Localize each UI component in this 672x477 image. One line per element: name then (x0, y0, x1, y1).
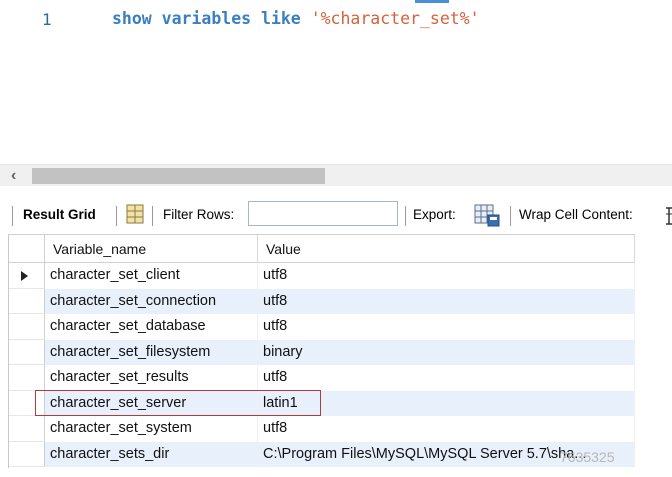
row-indicator[interactable] (9, 416, 45, 442)
toolbar-separator (510, 206, 511, 226)
toolbar-separator (116, 206, 117, 226)
cell-value[interactable]: utf8 (258, 314, 635, 340)
cell-value[interactable]: utf8 (258, 288, 635, 314)
cell-variable-name[interactable]: character_set_results (45, 365, 258, 391)
editor-marker (415, 0, 449, 3)
row-indicator[interactable] (9, 263, 45, 289)
header-indicator (9, 235, 45, 263)
cell-value[interactable]: utf8 (258, 416, 635, 442)
filter-rows-label: Filter Rows: (163, 207, 235, 222)
code-line[interactable]: show variables like '%character_set%' (112, 9, 480, 28)
table-row[interactable]: character_sets_dir C:\Program Files\MySQ… (9, 441, 635, 467)
table-row[interactable]: character_set_system utf8 (9, 416, 635, 442)
cell-variable-name[interactable]: character_set_client (45, 263, 258, 289)
row-indicator[interactable] (9, 314, 45, 340)
cell-variable-name[interactable]: character_set_database (45, 314, 258, 340)
export-icon[interactable] (474, 203, 500, 227)
row-pointer-icon (21, 271, 28, 281)
toolbar-separator (12, 206, 13, 226)
cell-variable-name[interactable]: character_sets_dir (45, 441, 258, 467)
row-indicator[interactable] (9, 365, 45, 391)
cell-variable-name[interactable]: character_set_connection (45, 288, 258, 314)
watermark-text: 7635325 (560, 449, 615, 465)
column-header-variable-name[interactable]: Variable_name (45, 235, 258, 263)
cell-value[interactable]: utf8 (258, 365, 635, 391)
row-indicator[interactable] (9, 441, 45, 467)
toolbar-separator (152, 206, 153, 226)
grid-layout-icon[interactable] (126, 204, 144, 224)
cell-variable-name[interactable]: character_set_filesystem (45, 339, 258, 365)
row-indicator[interactable] (9, 288, 45, 314)
grid-header: Variable_name Value (9, 234, 635, 263)
row-indicator[interactable] (9, 339, 45, 365)
scrollbar-thumb[interactable] (32, 168, 325, 184)
wrap-cell-icon[interactable] (664, 206, 672, 226)
table-row[interactable]: character_set_results utf8 (9, 365, 635, 391)
cell-value[interactable]: utf8 (258, 263, 635, 289)
result-grid-tab[interactable]: Result Grid (23, 207, 96, 222)
filter-rows-input[interactable] (248, 201, 398, 226)
wrap-cell-label: Wrap Cell Content: (519, 207, 633, 222)
toolbar-separator (405, 206, 406, 226)
table-row[interactable]: character_set_connection utf8 (9, 288, 635, 314)
column-header-value[interactable]: Value (258, 235, 635, 263)
sql-editor[interactable]: 1 show variables like '%character_set%' (0, 0, 672, 162)
table-row[interactable]: character_set_filesystem binary (9, 339, 635, 365)
cell-value[interactable]: binary (258, 339, 635, 365)
row-highlight-annotation (35, 390, 321, 416)
result-grid[interactable]: Variable_name Value character_set_client… (8, 234, 635, 468)
table-row[interactable]: character_set_client utf8 (9, 263, 635, 289)
line-number: 1 (42, 10, 52, 29)
code-string: '%character_set%' (310, 9, 480, 28)
table-row[interactable]: character_set_database utf8 (9, 314, 635, 340)
result-toolbar: Result Grid Filter Rows: Export: Wrap Ce… (0, 198, 672, 232)
scroll-left-icon[interactable]: ‹ (11, 167, 16, 185)
cell-variable-name[interactable]: character_set_system (45, 416, 258, 442)
export-label: Export: (413, 207, 456, 222)
code-keyword: show variables like (112, 9, 301, 28)
editor-horizontal-scrollbar[interactable]: ‹ (0, 164, 672, 186)
